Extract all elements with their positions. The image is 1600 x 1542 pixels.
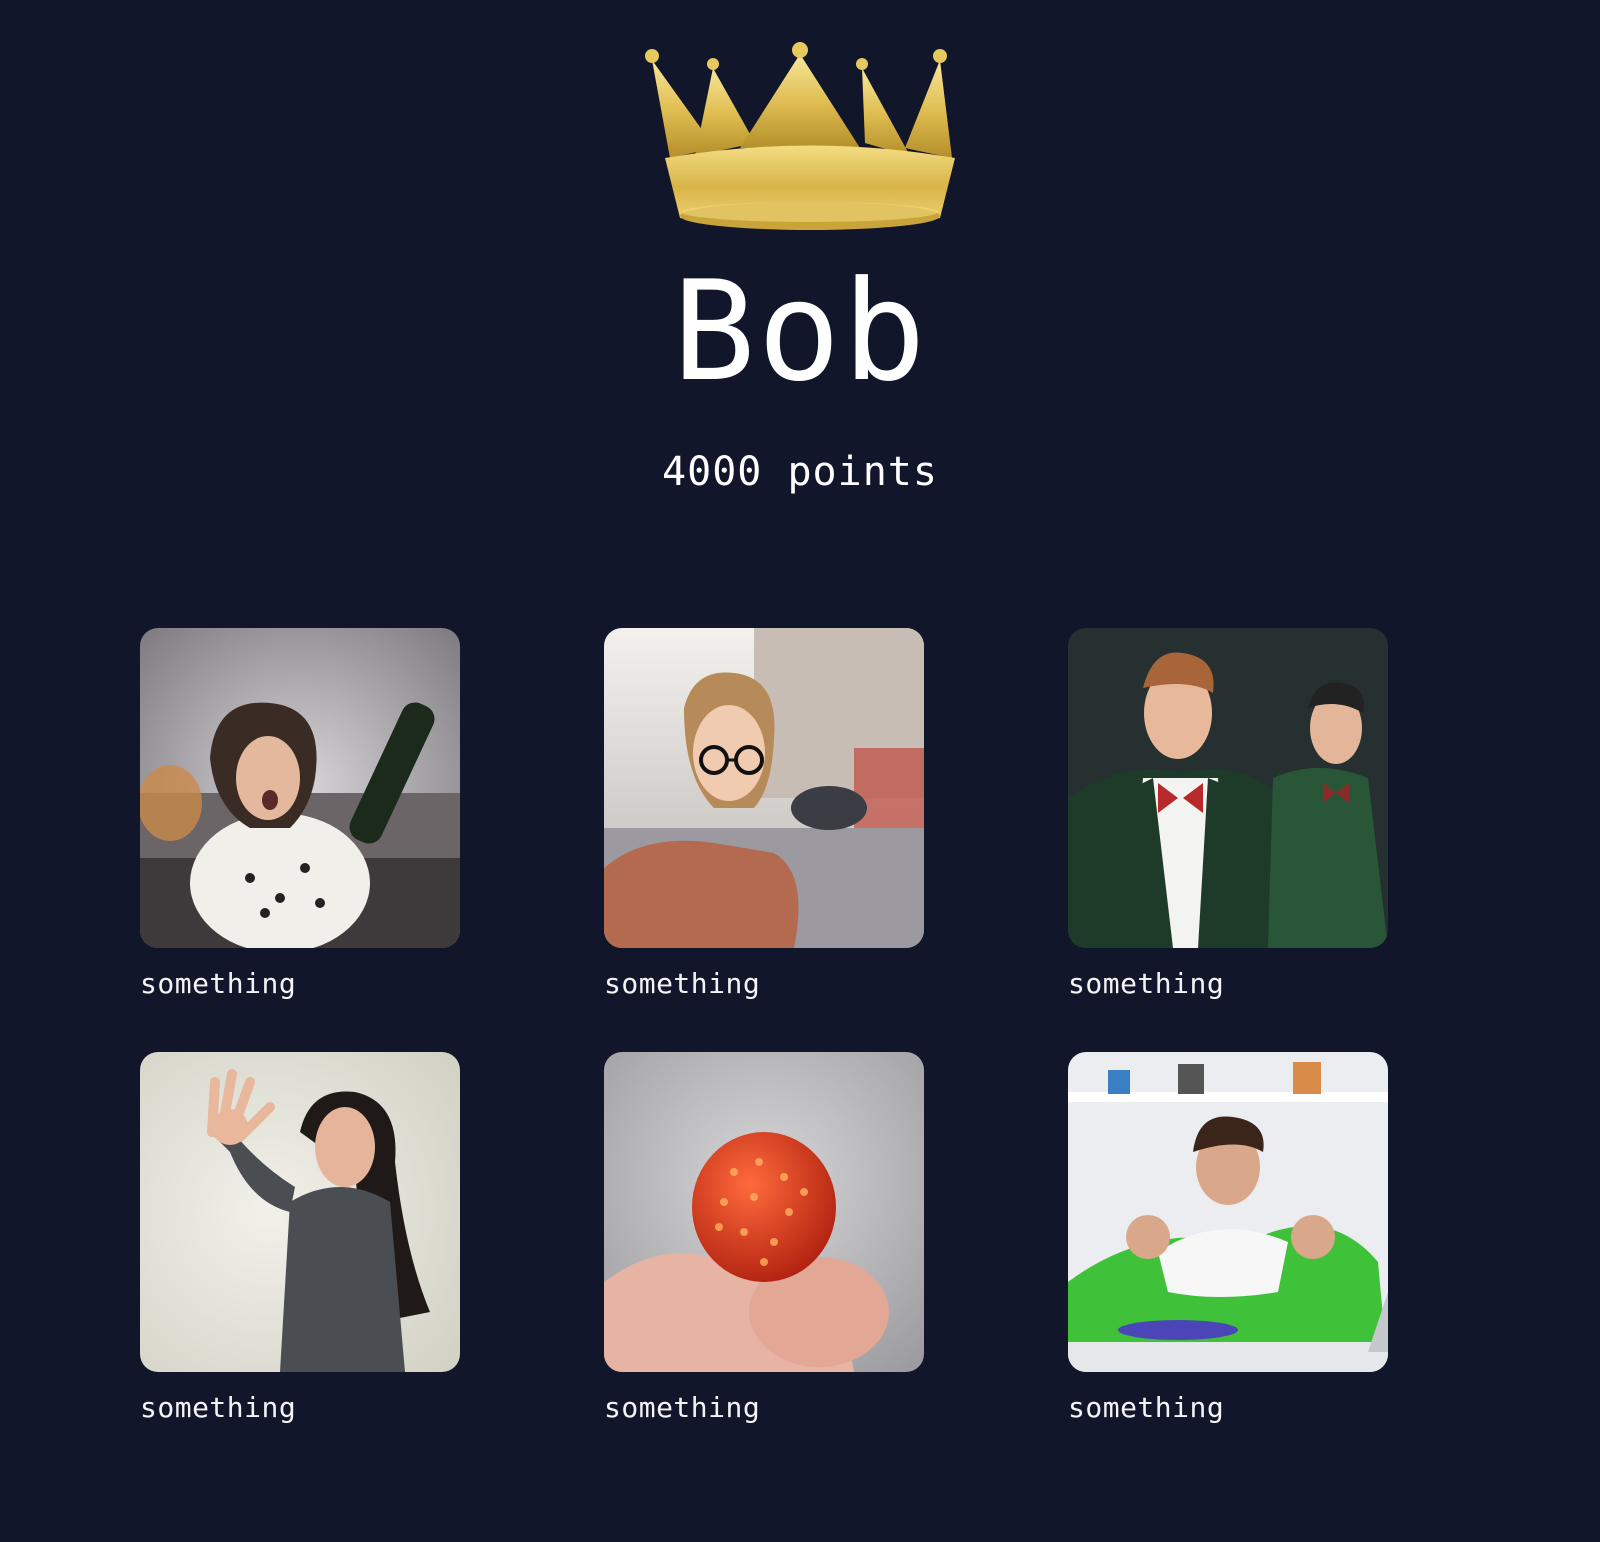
submission-caption: something bbox=[604, 1391, 761, 1424]
submission-card[interactable]: something bbox=[604, 628, 924, 1052]
winner-points: 4000 points bbox=[662, 449, 938, 495]
submission-card[interactable]: something bbox=[604, 1052, 924, 1476]
submission-image-girl-with-glasses-street[interactable] bbox=[604, 628, 924, 948]
submission-caption: something bbox=[1068, 967, 1225, 1000]
submission-card[interactable]: something bbox=[140, 628, 460, 1052]
submission-caption: something bbox=[604, 967, 761, 1000]
submission-image-boy-on-green-pillow[interactable] bbox=[1068, 1052, 1388, 1372]
submission-caption: something bbox=[1068, 1391, 1225, 1424]
submission-caption: something bbox=[140, 1391, 297, 1424]
submission-card[interactable]: something bbox=[1068, 628, 1388, 1052]
submission-caption: something bbox=[140, 967, 297, 1000]
submission-image-red-berry-on-fingertips[interactable] bbox=[604, 1052, 924, 1372]
winner-name: Bob bbox=[672, 251, 928, 412]
submission-image-woman-with-wine-bottle[interactable] bbox=[140, 628, 460, 948]
crown-icon bbox=[640, 38, 980, 248]
submission-image-woman-laughing-waving[interactable] bbox=[140, 1052, 460, 1372]
submission-image-two-men-in-bow-ties[interactable] bbox=[1068, 628, 1388, 948]
submission-card[interactable]: something bbox=[140, 1052, 460, 1476]
submissions-grid: something something something something … bbox=[140, 628, 1400, 1476]
submission-card[interactable]: something bbox=[1068, 1052, 1388, 1476]
